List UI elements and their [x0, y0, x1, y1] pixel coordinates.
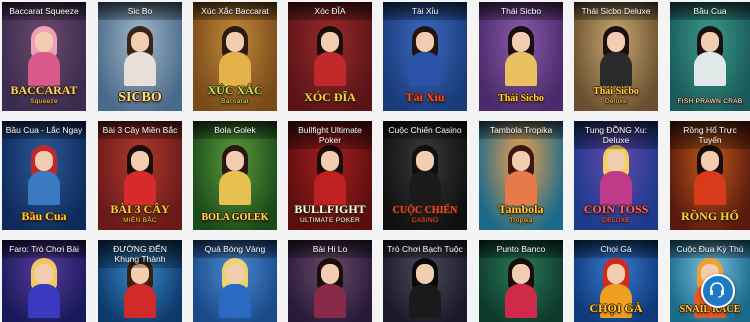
- game-character: [24, 144, 64, 205]
- game-title: Sic Bo: [98, 2, 182, 20]
- game-character: [310, 25, 350, 86]
- game-title: Thái Sicbo: [479, 2, 563, 20]
- game-title: Trò Chơi Bạch Tuộc: [383, 240, 467, 258]
- game-logo: BOLA GOLEK: [201, 212, 269, 223]
- game-title: Bầu Cua - Lắc Ngay: [2, 121, 86, 139]
- game-title: Xóc ĐĨA: [288, 2, 372, 20]
- game-character: [690, 144, 730, 205]
- game-title: Tài Xỉu: [383, 2, 467, 20]
- game-logo: XÚC XẮC Baccarat: [207, 82, 263, 105]
- game-character: [310, 144, 350, 205]
- game-character: [310, 258, 350, 319]
- game-character: [690, 25, 730, 86]
- game-tile-bola-golek[interactable]: BOLA GOLEK Bola Golek: [193, 121, 277, 230]
- game-character: [405, 25, 445, 86]
- game-tile-duong-den-khung-thanh[interactable]: ĐƯỜNG ĐẾN Khung Thành: [98, 240, 182, 322]
- game-title: Bài 3 Cây Miền Bắc: [98, 121, 182, 139]
- game-character: [215, 144, 255, 205]
- game-tile-qua-bong-vang[interactable]: Quả Bóng Vàng: [193, 240, 277, 322]
- game-tile-tambola-tropika[interactable]: Tambola Tropika Tambola Tropika: [479, 121, 563, 230]
- game-title: Rồng Hổ Trực Tuyến: [670, 121, 750, 149]
- game-title: Bài Hi Lo: [288, 240, 372, 258]
- game-tile-xuc-xac-baccarat[interactable]: XÚC XẮC Baccarat Xúc Xắc Baccarat: [193, 2, 277, 111]
- game-tile-thai-sicbo-deluxe[interactable]: Thái Sicbo Deluxe Thái Sicbo Deluxe: [574, 2, 658, 111]
- game-character: [405, 144, 445, 205]
- game-grid: BACCARAT Squeeze Baccarat Squeeze SICBO Sic …: [0, 0, 750, 322]
- game-tile-bai-hi-lo[interactable]: Bài Hi Lo: [288, 240, 372, 322]
- game-title: Tambola Tropika: [479, 121, 563, 139]
- game-tile-bullfight-ultimate-poker[interactable]: BULLFIGHT ULTIMATE POKER Bullfight Ultimat…: [288, 121, 372, 230]
- game-tile-choi-ga[interactable]: CHỌI GÀ Chọi Gà: [574, 240, 658, 322]
- game-logo: Bầu Cua: [21, 209, 67, 223]
- game-character: [120, 144, 160, 205]
- game-title: Tung ĐỒNG Xu: Deluxe: [574, 121, 658, 149]
- game-tile-baccarat-squeeze[interactable]: BACCARAT Squeeze Baccarat Squeeze: [2, 2, 86, 111]
- game-tile-sic-bo[interactable]: SICBO Sic Bo: [98, 2, 182, 111]
- game-logo: XÓC ĐĨA: [304, 90, 356, 104]
- game-character: [24, 258, 64, 319]
- game-logo: BACCARAT Squeeze: [10, 82, 78, 105]
- headset-icon: [710, 282, 724, 298]
- game-logo: CUỘC CHIẾN CASINO: [392, 204, 458, 224]
- game-logo: Tambola Tropika: [498, 201, 544, 224]
- game-character: [501, 258, 541, 319]
- game-character: [596, 144, 636, 205]
- game-character: [596, 25, 636, 86]
- game-tile-punto-banco[interactable]: Punto Banco: [479, 240, 563, 322]
- game-logo: Tài Xỉu: [405, 90, 445, 104]
- game-character: [120, 25, 160, 86]
- game-title: Chọi Gà: [574, 240, 658, 258]
- game-tile-faro-tro-choi-bai[interactable]: Faro: Trò Chơi Bài: [2, 240, 86, 322]
- game-tile-tung-dong-xu-deluxe[interactable]: COIN TOSS DELUXE Tung ĐỒNG Xu: Deluxe: [574, 121, 658, 230]
- game-logo: Thái Sicbo Deluxe: [593, 85, 639, 105]
- game-title: Quả Bóng Vàng: [193, 240, 277, 258]
- game-character: [215, 25, 255, 86]
- support-chat-button[interactable]: [701, 274, 735, 308]
- game-logo: BÀI 3 CÂY MIỀN BẮC: [110, 201, 170, 224]
- game-logo: SICBO: [118, 90, 162, 105]
- game-logo: BULLFIGHT ULTIMATE POKER: [294, 201, 366, 224]
- game-title: Baccarat Squeeze: [2, 2, 86, 20]
- game-title: Faro: Trò Chơi Bài: [2, 240, 86, 258]
- game-tile-rong-ho-truc-tuyen[interactable]: RỒNG HỔ Rồng Hổ Trực Tuyến: [670, 121, 750, 230]
- game-logo: RỒNG HỔ: [681, 209, 739, 223]
- game-logo: Thái Sicbo: [498, 93, 544, 104]
- game-title: ĐƯỜNG ĐẾN Khung Thành: [98, 240, 182, 268]
- game-character: [24, 25, 64, 86]
- game-character: [501, 144, 541, 205]
- game-tile-bai-3-cay-mien-bac[interactable]: BÀI 3 CÂY MIỀN BẮC Bài 3 Cây Miền Bắc: [98, 121, 182, 230]
- game-logo: COIN TOSS DELUXE: [583, 201, 649, 224]
- game-tile-tro-choi-bach-tuoc[interactable]: Trò Chơi Bạch Tuộc: [383, 240, 467, 322]
- game-logo: CHỌI GÀ: [589, 301, 643, 315]
- game-title: Xúc Xắc Baccarat: [193, 2, 277, 20]
- game-title: Cuộc Chiến Casino: [383, 121, 467, 139]
- game-title: Bầu Cua: [670, 2, 750, 20]
- game-character: [501, 25, 541, 86]
- game-title: Punto Banco: [479, 240, 563, 258]
- game-title: Bullfight Ultimate Poker: [288, 121, 372, 149]
- game-character: [215, 258, 255, 319]
- game-character: [405, 258, 445, 319]
- game-tile-tai-xiu[interactable]: Tài Xỉu Tài Xỉu: [383, 2, 467, 111]
- game-title: Bola Golek: [193, 121, 277, 139]
- game-tile-cuoc-chien-casino[interactable]: CUỘC CHIẾN CASINO Cuộc Chiến Casino: [383, 121, 467, 230]
- game-title: Cuộc Đua Kỳ Thú: [670, 240, 750, 258]
- game-tile-thai-sicbo[interactable]: Thái Sicbo Thái Sicbo: [479, 2, 563, 111]
- game-tile-bau-cua-lac-ngay[interactable]: Bầu Cua Bầu Cua - Lắc Ngay: [2, 121, 86, 230]
- game-tile-bau-cua[interactable]: FISH PRAWN CRAB Bầu Cua: [670, 2, 750, 111]
- game-title: Thái Sicbo Deluxe: [574, 2, 658, 20]
- game-tile-xoc-dia[interactable]: XÓC ĐĨA Xóc ĐĨA: [288, 2, 372, 111]
- game-logo: FISH PRAWN CRAB: [677, 97, 743, 105]
